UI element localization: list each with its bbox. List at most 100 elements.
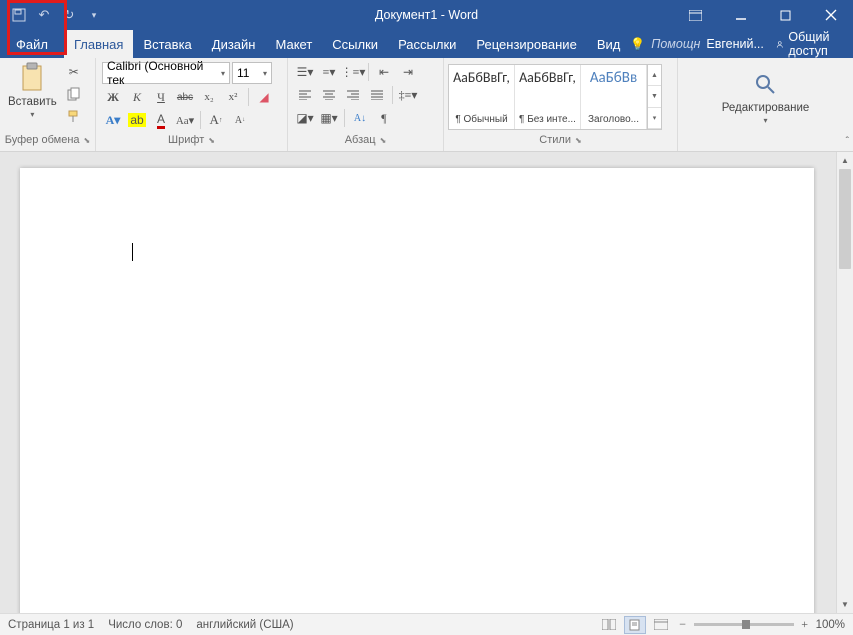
zoom-level[interactable]: 100% xyxy=(816,619,845,631)
close-button[interactable] xyxy=(808,0,853,30)
tab-insert[interactable]: Вставка xyxy=(133,30,201,58)
gallery-scroll: ▲ ▼ ▾ xyxy=(647,65,661,129)
maximize-button[interactable] xyxy=(763,0,808,30)
group-styles: АаБбВвГг, ¶ Обычный АаБбВвГг, ¶ Без инте… xyxy=(444,58,678,151)
scroll-up-icon[interactable]: ▲ xyxy=(837,152,853,169)
decrease-indent-icon[interactable]: ⇤ xyxy=(373,62,395,82)
shading-icon[interactable]: ◪▾ xyxy=(294,108,316,128)
multilevel-icon[interactable]: ⋮≡▾ xyxy=(342,62,364,82)
format-painter-icon[interactable] xyxy=(63,106,85,126)
subscript-button[interactable]: x₂ xyxy=(198,87,220,107)
page-indicator[interactable]: Страница 1 из 1 xyxy=(8,619,94,631)
align-right-icon[interactable] xyxy=(342,85,364,105)
undo-icon[interactable]: ↶ xyxy=(33,4,55,26)
clear-format-icon[interactable]: ◢ xyxy=(253,87,275,107)
minimize-button[interactable] xyxy=(718,0,763,30)
ribbon: Вставить ▾ ✂ Буфер обмена⬊ Calibri (Осно… xyxy=(0,58,853,152)
word-count[interactable]: Число слов: 0 xyxy=(108,619,182,631)
cut-icon[interactable]: ✂ xyxy=(63,62,85,82)
print-layout-icon[interactable] xyxy=(624,616,646,634)
save-icon[interactable] xyxy=(8,4,30,26)
shrink-font-icon[interactable]: A↓ xyxy=(229,110,251,130)
web-layout-icon[interactable] xyxy=(650,616,672,634)
group-paragraph: ☰▾ ≡▾ ⋮≡▾ ⇤ ⇥ ‡≡▾ ◪▾ ▦▾ A↓ ¶ xyxy=(288,58,444,151)
tab-review[interactable]: Рецензирование xyxy=(466,30,586,58)
magnifier-icon xyxy=(749,68,781,100)
user-name[interactable]: Евгений... xyxy=(706,37,764,51)
numbering-icon[interactable]: ≡▾ xyxy=(318,62,340,82)
tab-references[interactable]: Ссылки xyxy=(322,30,388,58)
share-label: Общий доступ xyxy=(788,30,837,58)
zoom-out-icon[interactable]: − xyxy=(676,615,690,635)
font-size-combo[interactable]: 11▾ xyxy=(232,62,272,84)
text-cursor xyxy=(132,243,133,261)
strike-button[interactable]: abc xyxy=(174,87,196,107)
qat-customize-icon[interactable]: ▾ xyxy=(83,4,105,26)
scroll-track[interactable] xyxy=(837,169,853,596)
style-no-spacing[interactable]: АаБбВвГг, ¶ Без инте... xyxy=(515,65,581,129)
tab-view[interactable]: Вид xyxy=(587,30,631,58)
font-color-icon[interactable]: A xyxy=(150,110,172,130)
window-controls xyxy=(673,0,853,30)
title-bar: ↶ ↻ ▾ Документ1 - Word xyxy=(0,0,853,30)
show-marks-icon[interactable]: ¶ xyxy=(373,108,395,128)
group-editing: Редактирование ▾ xyxy=(678,58,853,151)
zoom-thumb[interactable] xyxy=(742,620,750,629)
justify-icon[interactable] xyxy=(366,85,388,105)
language-indicator[interactable]: английский (США) xyxy=(196,619,293,631)
scroll-thumb[interactable] xyxy=(839,169,851,269)
group-font: Calibri (Основной тек▾ 11▾ Ж К Ч abc x₂ … xyxy=(96,58,288,151)
tell-me-label[interactable]: Помощн xyxy=(651,37,700,51)
tab-home[interactable]: Главная xyxy=(64,30,133,58)
highlight-icon[interactable]: ab xyxy=(126,110,148,130)
increase-indent-icon[interactable]: ⇥ xyxy=(397,62,419,82)
tab-file[interactable]: Файл xyxy=(0,30,64,58)
bullets-icon[interactable]: ☰▾ xyxy=(294,62,316,82)
style-normal[interactable]: АаБбВвГг, ¶ Обычный xyxy=(449,65,515,129)
font-name-combo[interactable]: Calibri (Основной тек▾ xyxy=(102,62,230,84)
zoom-track[interactable] xyxy=(694,623,794,626)
redo-icon[interactable]: ↻ xyxy=(58,4,80,26)
find-button[interactable]: Редактирование ▾ xyxy=(718,66,814,127)
gallery-down-icon[interactable]: ▼ xyxy=(648,86,661,107)
sort-icon[interactable]: A↓ xyxy=(349,108,371,128)
tab-design[interactable]: Дизайн xyxy=(202,30,266,58)
superscript-button[interactable]: x² xyxy=(222,87,244,107)
collapse-ribbon-icon[interactable]: ˆ xyxy=(844,134,851,149)
page[interactable] xyxy=(20,168,814,613)
document-title: Документ1 - Word xyxy=(375,8,478,22)
ribbon-options-icon[interactable] xyxy=(673,0,718,30)
gallery-more-icon[interactable]: ▾ xyxy=(648,108,661,129)
paste-button[interactable]: Вставить ▾ xyxy=(4,60,61,121)
tab-mailings[interactable]: Рассылки xyxy=(388,30,466,58)
dialog-launcher-icon[interactable]: ⬊ xyxy=(575,136,582,145)
gallery-up-icon[interactable]: ▲ xyxy=(648,65,661,86)
share-button[interactable]: Общий доступ xyxy=(770,27,843,61)
borders-icon[interactable]: ▦▾ xyxy=(318,108,340,128)
styles-group-label: Стили xyxy=(539,134,571,146)
status-bar: Страница 1 из 1 Число слов: 0 английский… xyxy=(0,613,853,635)
align-left-icon[interactable] xyxy=(294,85,316,105)
italic-button[interactable]: К xyxy=(126,87,148,107)
grow-font-icon[interactable]: A↑ xyxy=(205,110,227,130)
line-spacing-icon[interactable]: ‡≡▾ xyxy=(397,85,419,105)
underline-button[interactable]: Ч xyxy=(150,87,172,107)
styles-gallery: АаБбВвГг, ¶ Обычный АаБбВвГг, ¶ Без инте… xyxy=(448,64,662,130)
tab-layout[interactable]: Макет xyxy=(265,30,322,58)
dialog-launcher-icon[interactable]: ⬊ xyxy=(84,136,91,145)
text-effects-icon[interactable]: A▾ xyxy=(102,110,124,130)
read-mode-icon[interactable] xyxy=(598,616,620,634)
quick-access-toolbar: ↶ ↻ ▾ xyxy=(0,4,105,26)
zoom-in-icon[interactable]: + xyxy=(798,615,812,635)
dialog-launcher-icon[interactable]: ⬊ xyxy=(380,136,387,145)
scroll-down-icon[interactable]: ▼ xyxy=(837,596,853,613)
style-heading1[interactable]: АаБбВв Заголово... xyxy=(581,65,647,129)
change-case-icon[interactable]: Aa▾ xyxy=(174,110,196,130)
align-center-icon[interactable] xyxy=(318,85,340,105)
font-group-label: Шрифт xyxy=(168,134,204,146)
bold-button[interactable]: Ж xyxy=(102,87,124,107)
paragraph-group-label: Абзац xyxy=(345,134,376,146)
copy-icon[interactable] xyxy=(63,84,85,104)
editing-label: Редактирование xyxy=(722,102,810,114)
dialog-launcher-icon[interactable]: ⬊ xyxy=(208,136,215,145)
